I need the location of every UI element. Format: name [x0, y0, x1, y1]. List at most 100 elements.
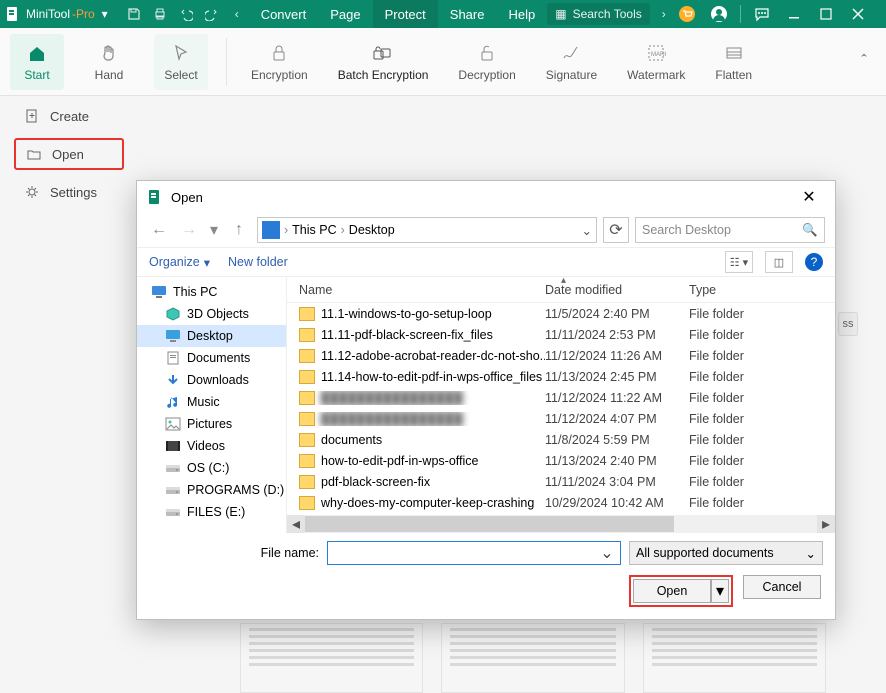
navtree-item[interactable]: FILES (E:) — [137, 501, 286, 523]
home-icon — [26, 42, 48, 64]
new-folder-button[interactable]: New folder — [228, 255, 288, 269]
redo-icon[interactable] — [201, 3, 223, 25]
minimize-button[interactable] — [779, 0, 809, 28]
file-row[interactable]: how-to-edit-pdf-in-wps-office11/13/2024 … — [287, 450, 835, 471]
breadcrumb[interactable]: › This PC › Desktop ⌄ — [257, 217, 597, 243]
ribbon-flatten[interactable]: Flatten — [709, 34, 758, 90]
tab-page[interactable]: Page — [318, 0, 372, 28]
file-list-header[interactable]: ▴ Name Date modified Type — [287, 277, 835, 303]
folder-icon — [299, 328, 315, 342]
dialog-search-box[interactable]: Search Desktop 🔍 — [635, 217, 825, 243]
crumb-root[interactable]: This PC — [292, 223, 336, 237]
tab-protect[interactable]: Protect — [373, 0, 438, 28]
title-search-box[interactable]: ▦ Search Tools — [547, 3, 650, 25]
nav-forward-button[interactable]: → — [177, 218, 201, 242]
nav-tree[interactable]: This PC3D ObjectsDesktopDocuments Downloa… — [137, 277, 287, 533]
maximize-button[interactable] — [811, 0, 841, 28]
navtree-item[interactable]: PROGRAMS (D:) — [137, 479, 286, 501]
close-button[interactable] — [843, 0, 873, 28]
column-name[interactable]: Name — [287, 283, 545, 297]
title-chevron-right-icon[interactable]: › — [656, 7, 672, 21]
navtree-item[interactable]: Pictures — [137, 413, 286, 435]
sidepanel-create[interactable]: Create — [14, 100, 124, 132]
file-row[interactable]: documents11/8/2024 5:59 PMFile folder — [287, 429, 835, 450]
file-row[interactable]: 11.12-adobe-acrobat-reader-dc-not-sho...… — [287, 345, 835, 366]
chat-icon[interactable] — [747, 0, 777, 28]
crumb-dropdown-icon[interactable]: ⌄ — [582, 223, 592, 238]
appname-dropdown-icon[interactable]: ▾ — [97, 7, 113, 21]
file-row[interactable]: 11.14-how-to-edit-pdf-in-wps-office_file… — [287, 366, 835, 387]
file-row[interactable]: ████████████████11/12/2024 4:07 PMFile f… — [287, 408, 835, 429]
tab-help[interactable]: Help — [496, 0, 547, 28]
navtree-item[interactable]: Desktop — [137, 325, 286, 347]
help-button[interactable]: ? — [805, 253, 823, 271]
navtree-item[interactable]: Documents — [137, 347, 286, 369]
hand-icon — [98, 42, 120, 64]
dialog-toolbar: Organize ▾ New folder ☷ ▾ ◫ ? — [137, 247, 835, 277]
title-chevron-left-icon[interactable]: ‹ — [229, 7, 245, 21]
file-type-filter[interactable]: All supported documents ⌄ — [629, 541, 823, 565]
account-icon[interactable] — [704, 0, 734, 28]
scroll-track[interactable] — [305, 516, 817, 532]
navtree-item[interactable]: Videos — [137, 435, 286, 457]
nav-back-button[interactable]: ← — [147, 218, 171, 242]
navtree-label: Downloads — [187, 373, 249, 387]
navtree-item[interactable]: Downloads — [137, 369, 286, 391]
nav-recent-dropdown[interactable]: ▾ — [207, 218, 221, 242]
file-row[interactable]: pdf-black-screen-fix11/11/2024 3:04 PMFi… — [287, 471, 835, 492]
scroll-thumb[interactable] — [305, 516, 674, 532]
file-row[interactable]: 11.1-windows-to-go-setup-loop11/5/2024 2… — [287, 303, 835, 324]
ribbon-encryption[interactable]: Encryption — [245, 34, 314, 90]
save-icon[interactable] — [123, 3, 145, 25]
navtree-item[interactable]: OS (C:) — [137, 457, 286, 479]
tab-convert[interactable]: Convert — [249, 0, 319, 28]
ribbon-watermark[interactable]: MARK Watermark — [621, 34, 691, 90]
organize-menu[interactable]: Organize ▾ — [149, 255, 210, 270]
filename-history-dropdown[interactable]: ⌄ — [598, 543, 616, 563]
file-row[interactable]: why-does-my-computer-keep-crashing10/29/… — [287, 492, 835, 513]
file-row[interactable]: ████████████████11/12/2024 11:22 AMFile … — [287, 387, 835, 408]
sidepanel-open[interactable]: Open — [14, 138, 124, 170]
cart-icon[interactable] — [672, 0, 702, 28]
app-name-base: MiniTool — [26, 7, 70, 21]
unlock-icon — [476, 42, 498, 64]
ribbon-collapse-icon[interactable]: ˆ — [852, 50, 876, 74]
crumb-leaf[interactable]: Desktop — [349, 223, 395, 237]
file-date: 11/11/2024 3:04 PM — [545, 475, 689, 489]
file-rows[interactable]: 11.1-windows-to-go-setup-loop11/5/2024 2… — [287, 303, 835, 515]
print-icon[interactable] — [149, 3, 171, 25]
ribbon-batch-encryption[interactable]: Batch Encryption — [332, 34, 435, 90]
ribbon-hand[interactable]: Hand — [82, 34, 136, 90]
navtree-item[interactable]: This PC — [137, 281, 286, 303]
cancel-button[interactable]: Cancel — [743, 575, 821, 599]
open-button[interactable]: Open — [633, 579, 711, 603]
ribbon-decryption[interactable]: Decryption — [452, 34, 521, 90]
sidepanel-settings[interactable]: Settings — [14, 176, 124, 208]
navtree-item[interactable]: 3D Objects — [137, 303, 286, 325]
dialog-close-button[interactable]: ✕ — [791, 183, 827, 211]
search-icon: 🔍 — [802, 223, 818, 238]
nav-refresh-button[interactable]: ⟳ — [603, 217, 629, 243]
open-split-dropdown[interactable]: ▾ — [711, 579, 729, 603]
scroll-right-icon[interactable]: ▸ — [817, 515, 835, 533]
file-row[interactable]: 11.11-pdf-black-screen-fix_files11/11/20… — [287, 324, 835, 345]
ribbon-start[interactable]: Start — [10, 34, 64, 90]
overflow-chip[interactable]: ss — [838, 312, 858, 336]
file-name: 11.12-adobe-acrobat-reader-dc-not-sho... — [321, 349, 545, 363]
filename-input[interactable] — [332, 546, 598, 560]
ribbon-signature[interactable]: Signature — [540, 34, 603, 90]
preview-pane-button[interactable]: ◫ — [765, 251, 793, 273]
column-type[interactable]: Type — [689, 283, 821, 297]
scroll-left-icon[interactable]: ◂ — [287, 515, 305, 533]
ribbon: Start Hand Select Encryption Batch Encry… — [0, 28, 886, 96]
undo-icon[interactable] — [175, 3, 197, 25]
view-mode-button[interactable]: ☷ ▾ — [725, 251, 753, 273]
nav-up-button[interactable]: ↑ — [227, 218, 251, 242]
horizontal-scrollbar[interactable]: ◂ ▸ — [287, 515, 835, 533]
navtree-label: PROGRAMS (D:) — [187, 483, 284, 497]
navtree-item[interactable]: Music — [137, 391, 286, 413]
ribbon-select[interactable]: Select — [154, 34, 208, 90]
filename-input-wrapper: ⌄ — [327, 541, 621, 565]
tab-share[interactable]: Share — [438, 0, 497, 28]
column-date[interactable]: Date modified — [545, 283, 689, 297]
